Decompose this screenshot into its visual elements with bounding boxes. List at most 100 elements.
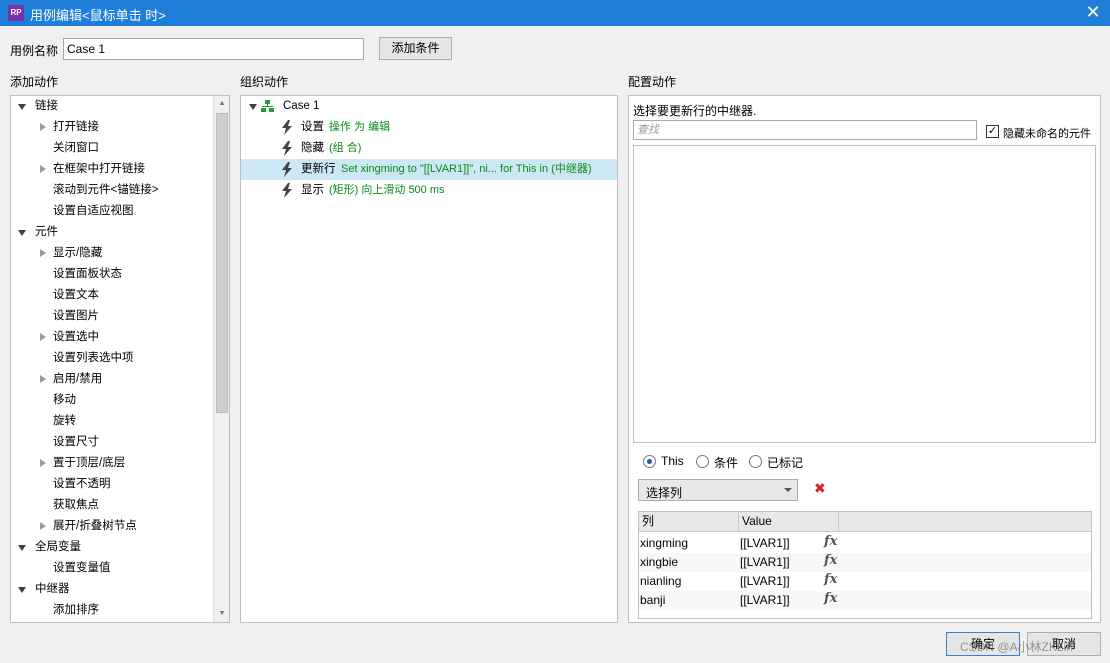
- value-cell[interactable]: [[LVAR1]]: [740, 591, 790, 610]
- expand-icon[interactable]: [40, 165, 46, 173]
- scroll-up-icon[interactable]: ▲: [214, 96, 229, 112]
- column-header: 列: [642, 514, 655, 528]
- function-icon[interactable]: fx: [824, 553, 837, 568]
- scroll-down-icon[interactable]: ▼: [214, 606, 229, 622]
- action-item[interactable]: 启用/禁用: [11, 369, 211, 390]
- action-item[interactable]: 移动: [11, 390, 211, 411]
- action-verb: 设置: [301, 121, 324, 133]
- action-item[interactable]: 添加排序: [11, 600, 211, 621]
- watermark: CSDN @A小林ZKLin: [960, 640, 1073, 654]
- expand-icon[interactable]: [40, 249, 46, 257]
- add-actions-header: 添加动作: [10, 75, 59, 89]
- value-cell[interactable]: [[LVAR1]]: [740, 553, 790, 572]
- action-category[interactable]: 链接: [11, 96, 211, 117]
- collapse-icon[interactable]: [18, 587, 26, 593]
- case-label: Case 1: [283, 100, 320, 112]
- table-row[interactable]: xingbie [[LVAR1]] fx: [639, 553, 1091, 572]
- header-divider: [838, 512, 839, 532]
- action-item[interactable]: 设置不透明: [11, 474, 211, 495]
- organized-action[interactable]: 更新行 Set xingming to "[[LVAR1]]", ni... fo…: [241, 159, 617, 180]
- action-item[interactable]: 展开/折叠树节点: [11, 516, 211, 537]
- delete-icon[interactable]: ✖: [814, 480, 826, 497]
- lightning-icon: [282, 120, 292, 135]
- radio-this[interactable]: [643, 455, 656, 468]
- value-header: Value: [742, 514, 772, 528]
- radio-condition[interactable]: [696, 455, 709, 468]
- search-input[interactable]: 查找: [633, 120, 977, 140]
- expand-icon[interactable]: [40, 375, 46, 383]
- action-item[interactable]: 设置选中: [11, 327, 211, 348]
- table-row[interactable]: nianling [[LVAR1]] fx: [639, 572, 1091, 591]
- action-item[interactable]: 滚动到元件<锚链接>: [11, 180, 211, 201]
- action-item[interactable]: 在框架中打开链接: [11, 159, 211, 180]
- action-item[interactable]: 设置面板状态: [11, 264, 211, 285]
- action-item[interactable]: 获取焦点: [11, 495, 211, 516]
- case-node[interactable]: Case 1: [241, 96, 617, 117]
- action-item[interactable]: 设置变量值: [11, 558, 211, 579]
- action-category[interactable]: 中继器: [11, 579, 211, 600]
- radio-marked-label: 已标记: [767, 456, 804, 470]
- column-name-cell: nianling: [640, 574, 682, 588]
- action-label: 旋转: [53, 415, 76, 427]
- organize-actions-tree[interactable]: Case 1 设置 操作 为 编辑 隐藏 (组 合) 更新行 Set xingming t…: [240, 95, 618, 623]
- action-verb: 更新行: [301, 163, 336, 175]
- expand-icon[interactable]: [40, 522, 46, 530]
- action-category[interactable]: 元件: [11, 222, 211, 243]
- action-item[interactable]: 显示/隐藏: [11, 243, 211, 264]
- value-cell[interactable]: [[LVAR1]]: [740, 572, 790, 591]
- configure-actions-panel: 选择要更新行的中继器. 查找 ✓ 隐藏未命名的元件 This 条件 已标记 选择…: [628, 95, 1101, 623]
- collapse-icon[interactable]: [18, 230, 26, 236]
- organized-action[interactable]: 设置 操作 为 编辑: [241, 117, 617, 138]
- function-icon[interactable]: fx: [824, 572, 837, 587]
- radio-marked[interactable]: [749, 455, 762, 468]
- column-name-cell: xingming: [640, 536, 689, 550]
- add-actions-tree[interactable]: 链接打开链接关闭窗口在框架中打开链接滚动到元件<锚链接> 设置自适应视图 元件 显示/…: [10, 95, 230, 623]
- add-condition-button[interactable]: 添加条件: [379, 37, 452, 60]
- add-actions-scrollbar[interactable]: ▲ ▼: [213, 96, 229, 622]
- grid-header: 列 Value: [639, 512, 1091, 532]
- action-item[interactable]: 打开链接: [11, 117, 211, 138]
- close-icon[interactable]: ✕: [1076, 0, 1110, 26]
- value-cell[interactable]: [[LVAR1]]: [740, 534, 790, 553]
- action-label: 中继器: [35, 583, 70, 595]
- action-item[interactable]: 旋转: [11, 411, 211, 432]
- action-label: 启用/禁用: [53, 373, 103, 385]
- table-row[interactable]: xingming [[LVAR1]] fx: [639, 534, 1091, 553]
- collapse-icon[interactable]: [249, 104, 257, 110]
- organized-action[interactable]: 隐藏 (组 合): [241, 138, 617, 159]
- action-item[interactable]: 设置列表选中项: [11, 348, 211, 369]
- scroll-thumb[interactable]: [216, 113, 228, 413]
- action-item[interactable]: 设置自适应视图: [11, 201, 211, 222]
- organized-action[interactable]: 显示 (矩形) 向上滑动 500 ms: [241, 180, 617, 201]
- repeater-list[interactable]: [633, 145, 1096, 443]
- action-label: 设置选中: [53, 331, 99, 343]
- window-title: 用例编辑<鼠标单击 时>: [30, 8, 166, 23]
- expand-icon[interactable]: [40, 459, 46, 467]
- action-item[interactable]: 置于顶层/底层: [11, 453, 211, 474]
- hide-unnamed-checkbox[interactable]: ✓: [986, 125, 999, 138]
- select-column-dropdown[interactable]: 选择列: [638, 479, 798, 501]
- action-label: 关闭窗口: [53, 142, 99, 154]
- function-icon[interactable]: fx: [824, 591, 837, 606]
- expand-icon[interactable]: [40, 333, 46, 341]
- action-item[interactable]: 设置图片: [11, 306, 211, 327]
- action-label: 在框架中打开链接: [53, 163, 145, 175]
- action-label: 设置文本: [53, 289, 99, 301]
- expand-icon[interactable]: [40, 123, 46, 131]
- action-label: 展开/折叠树节点: [53, 520, 137, 532]
- function-icon[interactable]: fx: [824, 534, 837, 549]
- action-label: 添加排序: [53, 604, 99, 616]
- header-divider: [738, 512, 739, 532]
- action-verb: 显示: [301, 184, 324, 196]
- action-category[interactable]: 全局变量: [11, 537, 211, 558]
- column-name-cell: xingbie: [640, 555, 679, 569]
- table-row[interactable]: banji [[LVAR1]] fx: [639, 591, 1091, 610]
- action-label: 打开链接: [53, 121, 99, 133]
- collapse-icon[interactable]: [18, 104, 26, 110]
- case-name-input[interactable]: Case 1: [63, 38, 364, 60]
- checkmark-icon: ✓: [987, 125, 998, 137]
- collapse-icon[interactable]: [18, 545, 26, 551]
- action-item[interactable]: 关闭窗口: [11, 138, 211, 159]
- action-item[interactable]: 设置尺寸: [11, 432, 211, 453]
- action-item[interactable]: 设置文本: [11, 285, 211, 306]
